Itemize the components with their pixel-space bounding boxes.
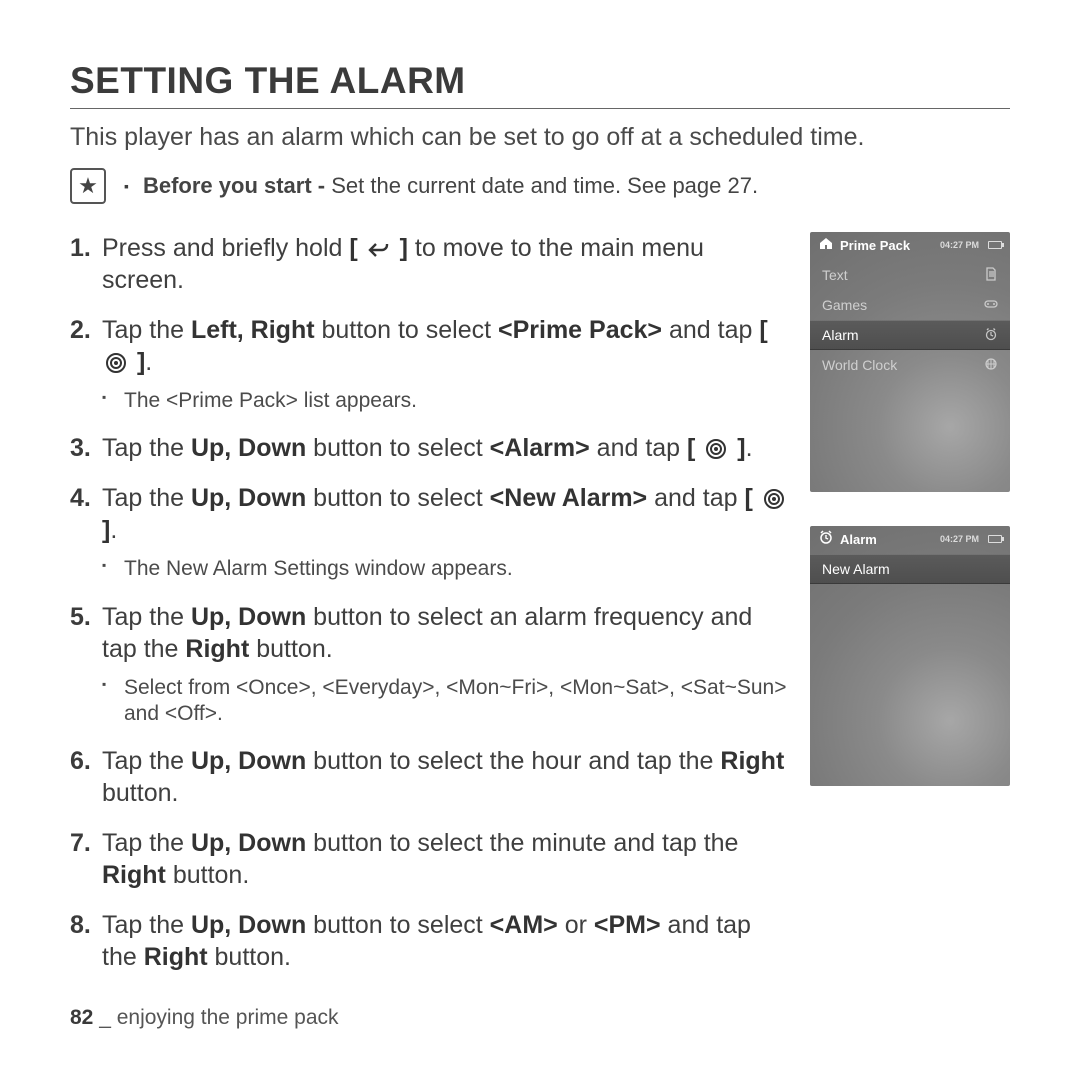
step-item: Tap the Up, Down button to select <New A… [70, 482, 788, 582]
intro-text: This player has an alarm which can be se… [70, 123, 1010, 152]
step-sub-note: The <Prime Pack> list appears. [102, 388, 788, 414]
step-item: Tap the Left, Right button to select <Pr… [70, 314, 788, 414]
home-icon [818, 235, 834, 256]
device-menu-item: New Alarm [810, 554, 1010, 584]
doc-icon [984, 267, 998, 284]
steps-list: Press and briefly hold [ ] to move to th… [70, 232, 788, 973]
page-footer: 82 _ enjoying the prime pack [70, 1006, 339, 1030]
step-item: Tap the Up, Down button to select the mi… [70, 827, 788, 891]
device-screenshot-prime-pack: Prime Pack 04:27 PM TextGamesAlarmWorld … [810, 232, 1010, 492]
device-title: Prime Pack [840, 238, 934, 253]
select-icon [102, 352, 130, 374]
battery-icon [988, 241, 1002, 249]
device-menu-item: Alarm [810, 320, 1010, 350]
star-icon: ★ [70, 168, 106, 204]
device-time: 04:27 PM [940, 240, 979, 250]
note-text: Before you start - Set the current date … [143, 173, 758, 199]
alarm-clock-icon [818, 529, 834, 550]
before-you-start-note: ★ ▪ Before you start - Set the current d… [70, 168, 1010, 204]
step-item: Tap the Up, Down button to select <Alarm… [70, 432, 788, 464]
page-title: SETTING THE ALARM [70, 60, 1010, 102]
bullet-icon: ▪ [124, 178, 129, 194]
title-rule [70, 108, 1010, 109]
device-menu-item: World Clock [810, 350, 1010, 380]
back-icon [365, 239, 393, 261]
select-icon [760, 488, 788, 510]
step-item: Tap the Up, Down button to select an ala… [70, 601, 788, 728]
step-item: Tap the Up, Down button to select the ho… [70, 745, 788, 809]
device-menu-item: Text [810, 260, 1010, 290]
step-sub-note: The New Alarm Settings window appears. [102, 556, 788, 582]
globe-icon [984, 357, 998, 374]
select-icon [702, 438, 730, 460]
device-menu-item: Games [810, 290, 1010, 320]
step-sub-note: Select from <Once>, <Everyday>, <Mon~Fri… [102, 675, 788, 728]
device-time: 04:27 PM [940, 534, 979, 544]
device-screenshot-alarm: Alarm 04:27 PM New Alarm [810, 526, 1010, 786]
step-item: Press and briefly hold [ ] to move to th… [70, 232, 788, 296]
clock-icon [984, 327, 998, 344]
device-title: Alarm [840, 532, 934, 547]
pad-icon [984, 297, 998, 314]
step-item: Tap the Up, Down button to select <AM> o… [70, 909, 788, 973]
battery-icon [988, 535, 1002, 543]
